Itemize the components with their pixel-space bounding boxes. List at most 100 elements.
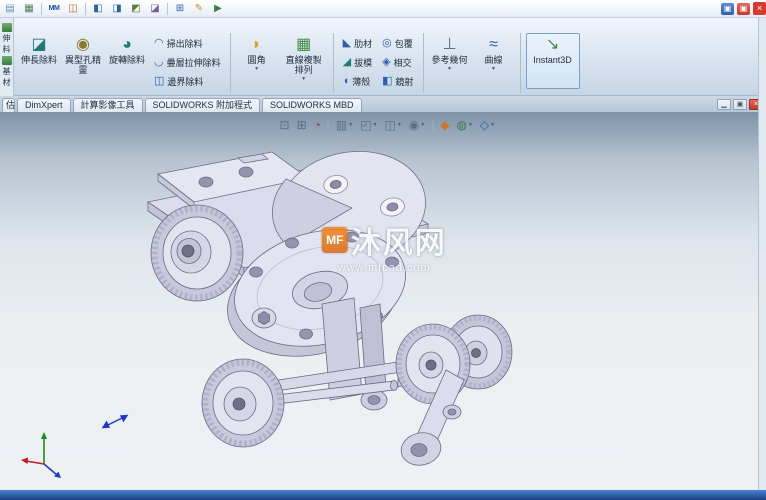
hide-show-icon[interactable]: ◉ ▼ bbox=[409, 118, 425, 132]
ribbon-button-draft[interactable]: ◢ 拔模 bbox=[339, 54, 376, 71]
ribbon-button-lofted-cut[interactable]: ◡ 疊層拉伸除料 bbox=[150, 54, 225, 71]
section-view-icon[interactable]: ▥ ▼ bbox=[336, 118, 353, 132]
extruded-cut-icon: ◪ bbox=[31, 36, 47, 53]
graphics-viewport[interactable]: ⊡ ⊞ ◔ ▥ ▼ ◰ ▼ ◫ ▼ ◉ ▼ ◆ ◍ ▼ ◇ ▼ MF 沐风网 www.mfc… bbox=[0, 112, 766, 490]
intersect-icon: ◈ bbox=[382, 56, 391, 68]
drag-handle-arrows[interactable] bbox=[101, 414, 129, 429]
annotation-icon[interactable]: ✎ bbox=[191, 2, 207, 16]
ribbon-column-rib-draft-shell: ◣ 肋材 ◢ 拔模 ◖ 薄殼 bbox=[339, 33, 376, 90]
fillet-icon: ◗ bbox=[251, 36, 262, 53]
dropdown-arrow-icon[interactable]: ▼ bbox=[420, 122, 425, 128]
ribbon-button-label: 薄殼 bbox=[352, 77, 371, 87]
section-icon[interactable]: ◫ bbox=[65, 2, 81, 16]
ribbon-button-boundary-cut[interactable]: ◫ 邊界除料 bbox=[150, 73, 225, 90]
dropdown-arrow-icon[interactable]: ▼ bbox=[490, 122, 495, 128]
macro-icon[interactable]: ▶ bbox=[210, 2, 226, 16]
ribbon-button-revolved-cut[interactable]: ◕ 旋轉除料 bbox=[106, 33, 148, 89]
icon-glyph: ⊡ bbox=[279, 118, 290, 132]
hole-wizard-icon: ◉ bbox=[76, 36, 90, 53]
tab-solidworks-mbd[interactable]: SOLIDWORKS MBD bbox=[262, 98, 362, 112]
ribbon-button-label: 圓角 bbox=[247, 55, 266, 65]
previous-view-icon[interactable]: ◔ bbox=[314, 118, 321, 132]
ribbon-button-label: 參考幾何 bbox=[431, 55, 468, 65]
ribbon-button-curves[interactable]: ≈ 曲線 ▼ bbox=[473, 33, 515, 89]
ribbon-button-label: 直線複製排列 bbox=[285, 55, 322, 76]
solidworks-window: ▤ ▦ MM ◫ ◧ ◨ ◩ ◪ ⊞ ✎ ▶ ▣ ▣ × ◪ 伸長除料 ◉ 異型… bbox=[0, 0, 766, 500]
document-icon[interactable]: ▤ bbox=[2, 2, 18, 16]
perspective-icon[interactable]: ◪ bbox=[147, 2, 163, 16]
toolbar-separator bbox=[85, 2, 86, 15]
zoom-fit-icon[interactable]: ⊡ bbox=[280, 118, 290, 132]
ribbon-button-swept-cut[interactable]: ◠ 掃出除料 bbox=[150, 35, 225, 52]
zoom-area-icon[interactable]: ⊞ bbox=[297, 118, 307, 132]
ribbon-button-reference-geometry[interactable]: ⊥ 參考幾何 ▼ bbox=[429, 33, 471, 89]
tab-solidworks-addins[interactable]: SOLIDWORKS 附加程式 bbox=[144, 98, 261, 112]
toolbar-separator bbox=[41, 2, 42, 15]
ribbon-button-wrap[interactable]: ◎ 包覆 bbox=[378, 35, 417, 52]
dropdown-arrow-icon[interactable]: ▼ bbox=[254, 66, 259, 72]
quick-access-toolbar: ▤ ▦ MM ◫ ◧ ◨ ◩ ◪ ⊞ ✎ ▶ ▣ ▣ × bbox=[0, 0, 766, 18]
app-window-icon[interactable]: ▣ bbox=[721, 2, 734, 15]
toolbar-separator bbox=[167, 2, 168, 15]
clipped-feature-icon[interactable] bbox=[1, 56, 12, 65]
alert-window-icon[interactable]: ▣ bbox=[737, 2, 750, 15]
model-3d-view[interactable] bbox=[0, 112, 766, 490]
features-ribbon: ◪ 伸長除料 ◉ 異型孔精靈 ◕ 旋轉除料 ◠ 掃出除料 ◡ 疊層拉伸除料 ◫ … bbox=[0, 18, 766, 96]
tab-evaluate-partial[interactable]: 估 bbox=[2, 98, 15, 112]
dropdown-arrow-icon[interactable]: ▼ bbox=[348, 122, 353, 128]
ribbon-button-label: 相交 bbox=[393, 58, 412, 68]
icon-glyph: ◆ bbox=[440, 118, 450, 132]
ribbon-button-hole-wizard[interactable]: ◉ 異型孔精靈 bbox=[62, 33, 104, 89]
ribbon-button-extruded-cut[interactable]: ◪ 伸長除料 bbox=[18, 33, 60, 89]
dropdown-arrow-icon[interactable]: ▼ bbox=[397, 122, 402, 128]
ribbon-button-mirror[interactable]: ◧ 鏡射 bbox=[378, 73, 417, 90]
view-orientation-icon[interactable]: ◰ ▼ bbox=[360, 118, 377, 132]
ribbon-button-intersect[interactable]: ◈ 相交 bbox=[378, 54, 417, 71]
ribbon-button-rib[interactable]: ◣ 肋材 bbox=[339, 35, 376, 52]
ribbon-column-cuts: ◠ 掃出除料 ◡ 疊層拉伸除料 ◫ 邊界除料 bbox=[150, 33, 225, 90]
ribbon-separator bbox=[332, 33, 334, 93]
tab-dimxpert[interactable]: DimXpert bbox=[17, 98, 71, 112]
ribbon-button-label: 邊界除料 bbox=[167, 77, 204, 87]
icon-glyph: ◍ bbox=[456, 118, 467, 132]
wireframe-icon[interactable]: ◨ bbox=[109, 2, 125, 16]
dropdown-arrow-icon[interactable]: ▼ bbox=[491, 66, 496, 72]
pattern-icon[interactable]: ⊞ bbox=[172, 2, 188, 16]
left-clipped-toolbar: 伸 料 基 材 bbox=[0, 18, 14, 96]
display-style-icon[interactable]: ◫ ▼ bbox=[384, 118, 401, 132]
minimize-icon[interactable]: ▁ bbox=[717, 99, 731, 110]
ribbon-button-shell[interactable]: ◖ 薄殼 bbox=[339, 73, 376, 90]
dropdown-arrow-icon[interactable]: ▼ bbox=[373, 122, 378, 128]
ribbon-button-label: 包覆 bbox=[394, 39, 413, 49]
ribbon-button-linear-pattern[interactable]: ▦ 直線複製排列 ▼ bbox=[280, 33, 328, 89]
restore-icon[interactable]: ▣ bbox=[733, 99, 747, 110]
edit-appearance-icon[interactable]: ◆ bbox=[440, 118, 449, 132]
rib-icon: ◣ bbox=[342, 37, 352, 49]
view-cube-icon[interactable]: ◧ bbox=[90, 2, 106, 16]
shaded-icon[interactable]: ◩ bbox=[128, 2, 144, 16]
revolved-cut-icon: ◕ bbox=[122, 36, 132, 53]
view-settings-icon[interactable]: ◇ ▼ bbox=[480, 118, 495, 132]
ribbon-button-instant3d[interactable]: ↘ Instant3D bbox=[525, 33, 580, 89]
model-part-hex-bolt[interactable] bbox=[251, 307, 277, 329]
clipped-feature-icon[interactable] bbox=[1, 23, 12, 32]
snapshot-icon[interactable]: ▦ bbox=[21, 2, 37, 16]
model-part-knurled-wheel-bottom[interactable] bbox=[201, 358, 285, 448]
linear-pattern-icon: ▦ bbox=[296, 36, 312, 53]
orientation-triad-icon bbox=[21, 432, 61, 478]
measure-icon[interactable]: MM bbox=[46, 2, 62, 16]
boundary-cut-icon: ◫ bbox=[154, 75, 165, 87]
dropdown-arrow-icon[interactable]: ▼ bbox=[468, 122, 473, 128]
ribbon-button-fillet[interactable]: ◗ 圓角 ▼ bbox=[236, 33, 278, 89]
ribbon-button-label: 異型孔精靈 bbox=[65, 55, 102, 76]
clipped-label-char: 基 bbox=[2, 67, 11, 76]
tab-render-tools[interactable]: 計算影像工具 bbox=[72, 98, 143, 112]
close-icon[interactable]: × bbox=[753, 2, 766, 15]
dropdown-arrow-icon[interactable]: ▼ bbox=[447, 66, 452, 72]
ribbon-button-label: 疊層拉伸除料 bbox=[166, 58, 221, 68]
ribbon-separator bbox=[519, 33, 521, 93]
apply-scene-icon[interactable]: ◍ ▼ bbox=[456, 118, 472, 132]
dropdown-arrow-icon[interactable]: ▼ bbox=[301, 76, 306, 82]
heads-up-view-toolbar: ⊡ ⊞ ◔ ▥ ▼ ◰ ▼ ◫ ▼ ◉ ▼ ◆ ◍ ▼ ◇ ▼ bbox=[280, 118, 496, 132]
model-part-knurled-wheel-left[interactable] bbox=[150, 204, 244, 302]
